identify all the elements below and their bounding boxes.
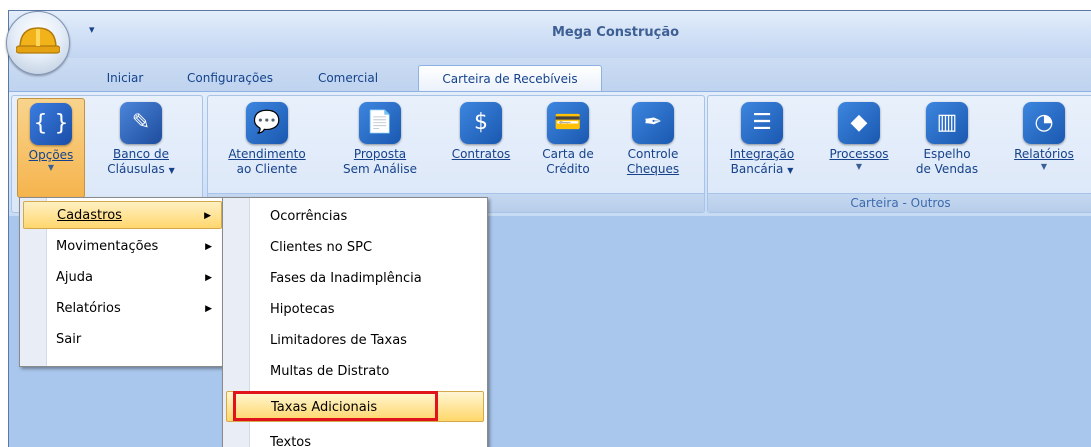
banco-de-clausulas-button[interactable]: ✎ Banco de Cláusulas ▼ xyxy=(101,98,181,178)
submenu-item-textos[interactable]: Textos xyxy=(226,427,484,447)
menu-item-ajuda[interactable]: Ajuda ▶ xyxy=(23,264,222,292)
opcoes-label: Opções xyxy=(28,148,74,162)
chevron-down-icon: ▼ xyxy=(787,166,794,175)
ctrl-label-2: Cheques xyxy=(626,162,680,176)
atend-label-2: ao Cliente xyxy=(236,162,298,176)
buildings-icon: ▥ xyxy=(926,102,968,144)
tab-iniciar[interactable]: Iniciar xyxy=(97,65,153,91)
menu-item-sair[interactable]: Sair xyxy=(23,326,222,354)
app-menu-button[interactable] xyxy=(6,11,70,75)
ribbon-tabs: Iniciar Configurações Comercial Carteira… xyxy=(9,58,1091,92)
group-label: Carteira - Outros xyxy=(708,193,1091,212)
app-window: ▾ Mega Construção Iniciar Configurações … xyxy=(0,0,1091,447)
integ-label-1: Integração xyxy=(729,147,795,161)
submenu-arrow-icon: ▶ xyxy=(204,211,211,221)
submenu-item-multas-de-distrato[interactable]: Multas de Distrato xyxy=(226,356,484,387)
prop-label-1: Proposta xyxy=(353,147,407,161)
tab-comercial[interactable]: Comercial xyxy=(309,65,387,91)
carta-de-credito-button[interactable]: 💳 Carta de Crédito xyxy=(532,98,604,177)
report-chart-icon: ◔ xyxy=(1023,102,1065,144)
carta-label-2: Crédito xyxy=(546,162,590,176)
submenu-item-hipotecas[interactable]: Hipotecas xyxy=(226,294,484,325)
controle-cheques-button[interactable]: ✒ Controle Cheques xyxy=(614,98,692,177)
contratos-label: Contratos xyxy=(451,147,511,161)
submenu-item-fases-da-inadimplencia[interactable]: Fases da Inadimplência xyxy=(226,263,484,294)
integ-label-2: Bancária xyxy=(730,162,784,176)
submenu-item-ocorrencias[interactable]: Ocorrências xyxy=(226,201,484,232)
carta-label-1: Carta de xyxy=(542,147,594,161)
chevron-down-icon: ▼ xyxy=(47,163,55,172)
contracts-money-icon: $ xyxy=(460,102,502,144)
menu-item-cadastros[interactable]: Cadastros ▶ xyxy=(23,201,222,229)
chat-bubble-icon: 💬 xyxy=(246,102,288,144)
title-bar: ▾ Mega Construção xyxy=(9,11,1091,59)
opcoes-button[interactable]: { } Opções ▼ xyxy=(17,98,85,198)
proposal-document-icon: 📄 xyxy=(359,102,401,144)
submenu-arrow-icon: ▶ xyxy=(205,273,212,283)
atend-label-1: Atendimento xyxy=(228,147,306,161)
integracao-bancaria-button[interactable]: ☰ Integração Bancária ▼ xyxy=(717,98,807,178)
menu-item-relatorios[interactable]: Relatórios ▶ xyxy=(23,295,222,323)
esp-label-1: Espelho xyxy=(923,147,971,161)
options-icon: { } xyxy=(30,103,72,145)
chevron-down-icon: ▼ xyxy=(168,166,175,175)
proposta-sem-analise-button[interactable]: 📄 Proposta Sem Análise xyxy=(334,98,426,177)
chevron-down-icon: ▼ xyxy=(855,162,863,171)
cadastros-submenu: Ocorrências Clientes no SPC Fases da Ina… xyxy=(222,197,488,447)
relatorios-button[interactable]: ◔ Relatórios ▼ xyxy=(1004,98,1084,172)
clauses-notebook-icon: ✎ xyxy=(120,102,162,144)
prop-label-2: Sem Análise xyxy=(343,162,417,176)
esp-label-2: de Vendas xyxy=(915,162,979,176)
bank-form-icon: ☰ xyxy=(741,102,783,144)
submenu-item-limitadores-de-taxas[interactable]: Limitadores de Taxas xyxy=(226,325,484,356)
highlight-box xyxy=(233,391,438,421)
tab-configuracoes[interactable]: Configurações xyxy=(175,65,285,91)
menu-item-movimentacoes[interactable]: Movimentações ▶ xyxy=(23,233,222,261)
processos-button[interactable]: ◆ Processos ▼ xyxy=(817,98,901,172)
espelho-de-vendas-button[interactable]: ▥ Espelho de Vendas xyxy=(909,98,985,177)
contratos-button[interactable]: $ Contratos xyxy=(441,98,521,162)
opcoes-menu: Cadastros ▶ Movimentações ▶ Ajuda ▶ Relatór… xyxy=(19,197,226,367)
banco-label-1: Banco de xyxy=(113,147,169,161)
submenu-item-clientes-no-spc[interactable]: Clientes no SPC xyxy=(226,232,484,263)
process-flow-icon: ◆ xyxy=(838,102,880,144)
atendimento-ao-cliente-button[interactable]: 💬 Atendimento ao Cliente xyxy=(221,98,313,177)
ctrl-label-1: Controle xyxy=(627,147,679,161)
app-frame: ▾ Mega Construção Iniciar Configurações … xyxy=(8,10,1091,447)
submenu-arrow-icon: ▶ xyxy=(205,304,212,314)
processos-label: Processos xyxy=(829,147,889,161)
relatorios-label: Relatórios xyxy=(1014,147,1074,161)
window-title: Mega Construção xyxy=(551,25,680,40)
submenu-arrow-icon: ▶ xyxy=(205,242,212,252)
cheque-pen-icon: ✒ xyxy=(632,102,674,144)
hard-hat-icon xyxy=(16,27,60,54)
chevron-down-icon: ▼ xyxy=(1040,162,1048,171)
credit-card-icon: 💳 xyxy=(547,102,589,144)
banco-label-2: Cláusulas xyxy=(107,162,165,176)
tab-carteira-de-recebiveis[interactable]: Carteira de Recebíveis xyxy=(418,65,602,92)
